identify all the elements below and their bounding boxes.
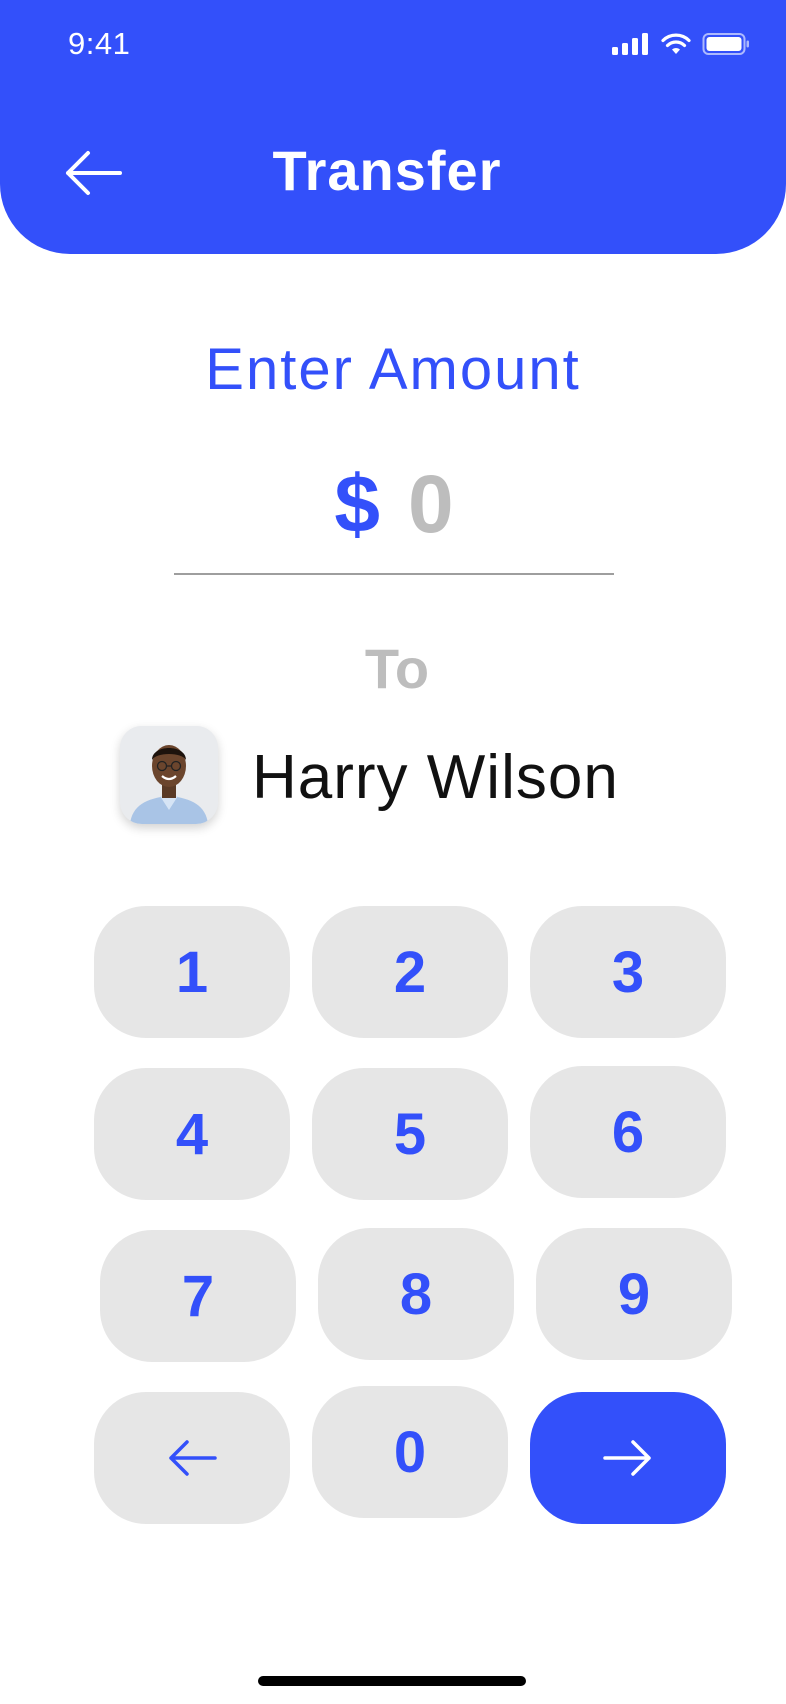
transfer-screen: 9:41 Transfer Enter Amount $ 0 To Harry … bbox=[0, 0, 786, 1704]
battery-icon bbox=[702, 33, 749, 55]
recipient-name: Harry Wilson bbox=[252, 743, 619, 812]
header: 9:41 Transfer bbox=[0, 0, 786, 254]
key-8[interactable]: 8 bbox=[318, 1228, 514, 1360]
avatar[interactable] bbox=[120, 726, 218, 824]
signal-icon bbox=[612, 33, 648, 55]
home-indicator bbox=[258, 1676, 526, 1686]
arrow-right-icon bbox=[603, 1440, 651, 1476]
wifi-icon bbox=[661, 33, 691, 54]
key-1[interactable]: 1 bbox=[94, 906, 290, 1038]
arrow-left-icon bbox=[169, 1440, 217, 1476]
backspace-button[interactable] bbox=[94, 1392, 290, 1524]
key-0[interactable]: 0 bbox=[312, 1386, 508, 1518]
key-4[interactable]: 4 bbox=[94, 1068, 290, 1200]
key-2[interactable]: 2 bbox=[312, 906, 508, 1038]
key-3[interactable]: 3 bbox=[530, 906, 726, 1038]
key-7[interactable]: 7 bbox=[100, 1230, 296, 1362]
key-9[interactable]: 9 bbox=[536, 1228, 732, 1360]
page-title: Transfer bbox=[272, 139, 502, 202]
enter-amount-label: Enter Amount bbox=[205, 337, 581, 402]
key-5[interactable]: 5 bbox=[312, 1068, 508, 1200]
key-6[interactable]: 6 bbox=[530, 1066, 726, 1198]
recipient-photo bbox=[120, 726, 218, 824]
amount-underline bbox=[174, 573, 614, 575]
currency-symbol: $ bbox=[334, 459, 380, 550]
amount-input[interactable]: $ 0 bbox=[174, 460, 614, 576]
status-icons bbox=[612, 32, 750, 56]
to-label: To bbox=[364, 637, 430, 700]
status-time: 9:41 bbox=[68, 26, 131, 61]
amount-value: 0 bbox=[408, 459, 454, 550]
next-button[interactable] bbox=[530, 1392, 726, 1524]
